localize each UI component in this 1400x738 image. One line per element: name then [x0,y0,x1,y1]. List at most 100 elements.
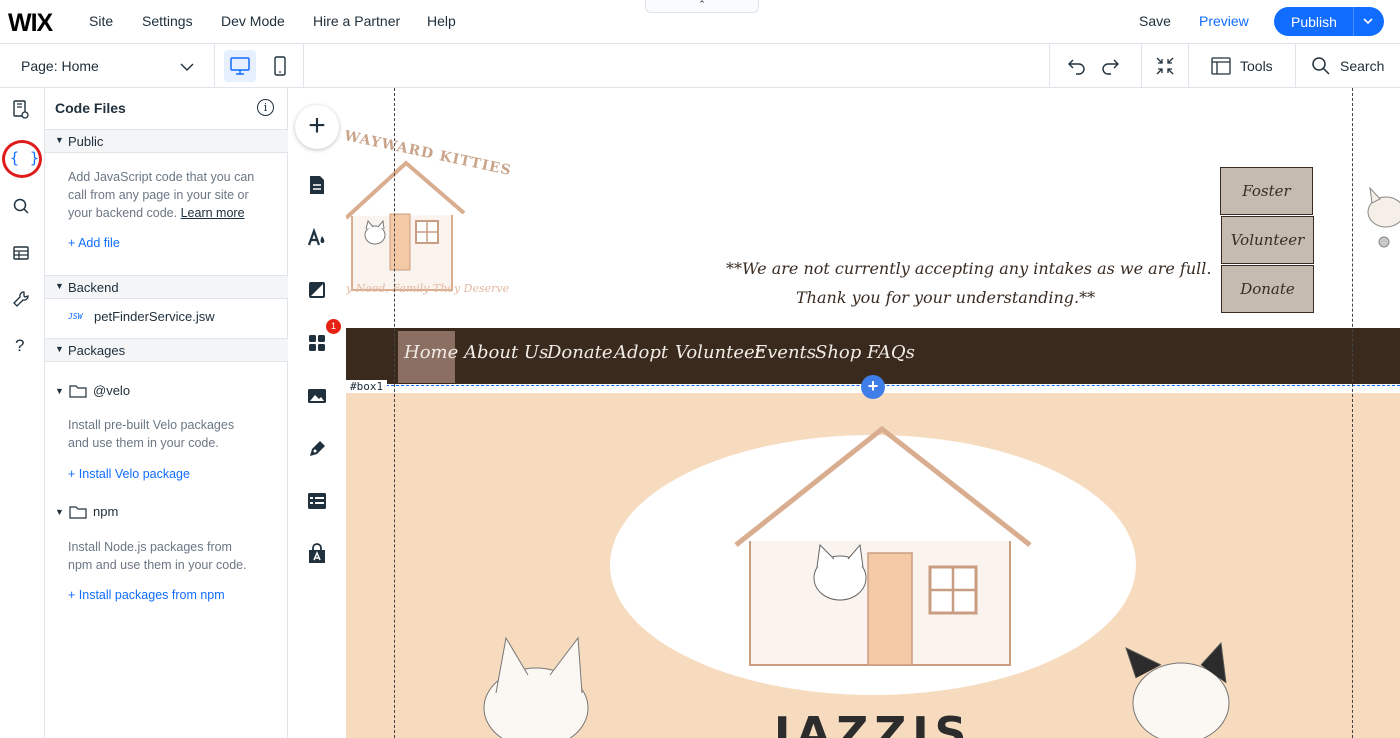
theme-icon[interactable] [306,226,328,248]
caret-down-icon: ▼ [55,135,64,145]
chevron-up-icon: ⌃ [698,0,706,9]
database-icon[interactable] [9,241,33,265]
donate-button[interactable]: Donate [1221,265,1314,313]
page-name: Home [61,58,99,74]
desktop-icon [230,57,250,75]
code-files-panel: Code Files i ▼ Public Add JavaScript cod… [45,88,288,738]
nav-adopt[interactable]: Adopt [614,342,668,363]
hero-title: JAZZIS [774,708,973,738]
search-icon [1312,57,1330,75]
left-icon-rail: { } ? [0,88,45,738]
top-bar: WIX Site Settings Dev Mode Hire a Partne… [0,0,1400,44]
media-icon[interactable] [306,385,328,407]
info-icon[interactable]: i [257,99,274,116]
foster-button[interactable]: Foster [1220,167,1313,215]
desc-line: call from any page in your site or [68,188,249,202]
page-selector-label: Page: Home [21,58,99,74]
packages-header-label: Packages [68,343,126,358]
tools-label: Tools [1240,58,1273,74]
background-icon[interactable] [306,279,328,301]
install-velo-package-link[interactable]: + Install Velo package [68,467,190,481]
desc-line: Add JavaScript code that you can [68,170,255,184]
volunteer-button[interactable]: Volunteer [1221,216,1314,264]
secondary-toolbar: Page: Home Tools Search [0,44,1400,88]
add-elements-button[interactable]: + [295,105,339,149]
nav-shop[interactable]: Shop [815,342,861,363]
publish-divider [1353,7,1354,36]
desc-line: Install Node.js packages from [68,540,232,554]
site-canvas[interactable]: WAYWARD KITTIES y Need, Family They Dese… [346,88,1400,738]
chevron-down-icon[interactable] [1361,14,1375,28]
app-market-icon[interactable] [306,543,328,565]
code-files-icon[interactable]: { } [10,149,40,167]
backend-header-label: Backend [68,280,119,295]
desc-line: Install pre-built Velo packages [68,418,235,432]
toolbar-divider [1141,44,1142,88]
logo-tagline: y Need, Family They Deserve [346,282,510,295]
blog-pen-icon[interactable] [306,438,328,460]
add-elements-column: + 1 [288,88,346,738]
install-npm-package-link[interactable]: + Install packages from npm [68,588,225,602]
preview-button[interactable]: Preview [1199,13,1249,29]
notice-line-1: **We are not currently accepting any int… [726,259,1212,278]
desc-line: and use them in your code. [68,436,219,450]
public-section-header[interactable]: ▼ Public [45,129,288,153]
panel-title: Code Files [55,100,126,116]
apps-notification-badge: 1 [326,319,341,334]
desc-line: your backend code. Learn more [68,204,273,222]
toolbar-divider [1049,44,1050,88]
publish-button[interactable]: Publish [1274,7,1384,36]
search-icon[interactable] [9,194,33,218]
public-header-label: Public [68,134,104,149]
velo-description: Install pre-built Velo packages and use … [68,416,273,452]
folder-icon [69,385,87,398]
redo-icon[interactable] [1100,57,1120,75]
search-label: Search [1340,58,1385,74]
add-file-link[interactable]: + Add file [68,236,120,250]
help-icon[interactable]: ? [15,336,24,356]
learn-more-link[interactable]: Learn more [181,206,245,220]
nav-events[interactable]: Events [754,342,816,363]
npm-folder-name: npm [93,504,119,519]
caret-down-icon: ▼ [55,507,64,517]
toolbar-divider [303,44,304,88]
cms-table-icon[interactable] [306,490,328,512]
zoom-out-icon[interactable] [1155,56,1175,76]
jsw-file-icon: JSW [68,312,83,321]
file-name: petFinderService.jsw [94,309,215,324]
pages-icon[interactable] [9,98,33,122]
site-header[interactable]: WAYWARD KITTIES y Need, Family They Dese… [346,88,1400,328]
caret-down-icon: ▼ [55,281,64,291]
tools-icon [1211,57,1231,75]
menu-hire-a-partner[interactable]: Hire a Partner [313,13,400,29]
menu-help[interactable]: Help [427,13,456,29]
page-selector[interactable]: Page: Home [0,44,215,88]
add-section-button[interactable]: + [861,375,885,399]
menu-settings[interactable]: Settings [142,13,193,29]
caret-down-icon: ▼ [55,386,64,396]
apps-icon[interactable] [306,332,328,354]
gridline-guide [1352,88,1353,738]
nav-volunteer[interactable]: Volunteer [675,342,763,363]
mobile-view-button[interactable] [268,50,292,82]
desc-text: your backend code. [68,206,178,220]
desktop-view-button[interactable] [224,50,256,82]
menu-dev-mode[interactable]: Dev Mode [221,13,285,29]
menu-site[interactable]: Site [89,13,113,29]
publish-label: Publish [1291,14,1337,30]
velo-folder-name: @velo [93,383,131,398]
nav-about-us[interactable]: About Us [464,342,548,363]
element-id-tag: #box1 [346,380,388,393]
collapse-toolbar-tab[interactable]: ⌃ [645,0,759,13]
wrench-icon[interactable] [9,288,33,312]
backend-section-header[interactable]: ▼ Backend [45,275,288,299]
packages-section-header[interactable]: ▼ Packages [45,338,288,362]
nav-faqs[interactable]: FAQs [867,342,915,363]
nav-home[interactable]: Home [404,342,458,363]
page-sections-icon[interactable] [306,174,328,196]
save-button[interactable]: Save [1139,13,1171,29]
wix-logo[interactable]: WIX [8,9,53,38]
undo-icon[interactable] [1067,57,1087,75]
nav-donate[interactable]: Donate [547,342,612,363]
hero-box[interactable]: JAZZIS [346,393,1400,738]
